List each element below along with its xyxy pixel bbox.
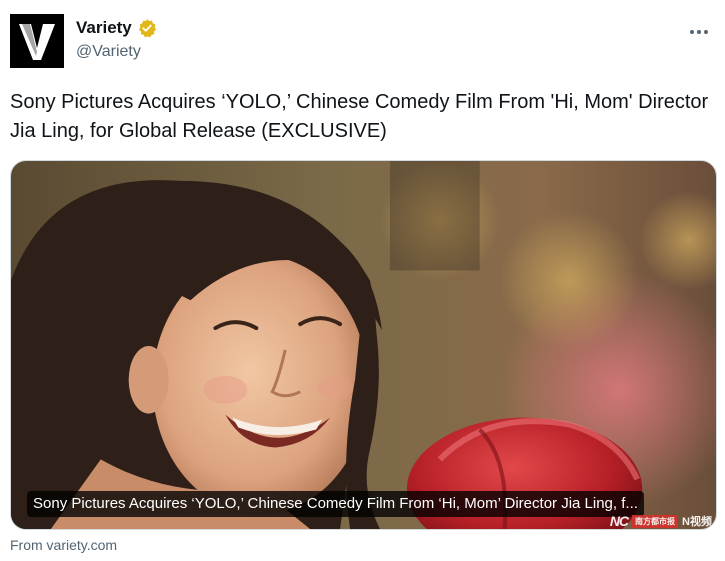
name-row: Variety: [76, 18, 157, 38]
link-card[interactable]: Sony Pictures Acquires ‘YOLO,’ Chinese C…: [10, 160, 717, 530]
tweet: Variety @Variety Sony Pictures Acquires …: [0, 0, 725, 561]
watermark-logo: NC: [609, 513, 629, 529]
tweet-header: Variety @Variety: [10, 14, 715, 70]
card-caption[interactable]: Sony Pictures Acquires ‘YOLO,’ Chinese C…: [27, 491, 644, 517]
identity: Variety @Variety: [76, 18, 157, 70]
variety-logo-icon: [10, 14, 64, 68]
verified-badge-icon[interactable]: [137, 18, 157, 38]
tweet-text: Sony Pictures Acquires ‘YOLO,’ Chinese C…: [10, 91, 709, 142]
handle[interactable]: @Variety: [76, 43, 157, 61]
photo-watermark: NC 南方都市报 N视频: [609, 511, 712, 529]
avatar[interactable]: [10, 14, 64, 68]
watermark-red-label: 南方都市报: [632, 514, 679, 528]
display-name[interactable]: Variety: [76, 18, 132, 38]
article-photo: [11, 161, 716, 529]
more-options-button[interactable]: [685, 22, 713, 42]
ellipsis-icon: [690, 30, 708, 34]
watermark-text: N视频: [682, 516, 712, 528]
source-link[interactable]: From variety.com: [10, 537, 117, 553]
